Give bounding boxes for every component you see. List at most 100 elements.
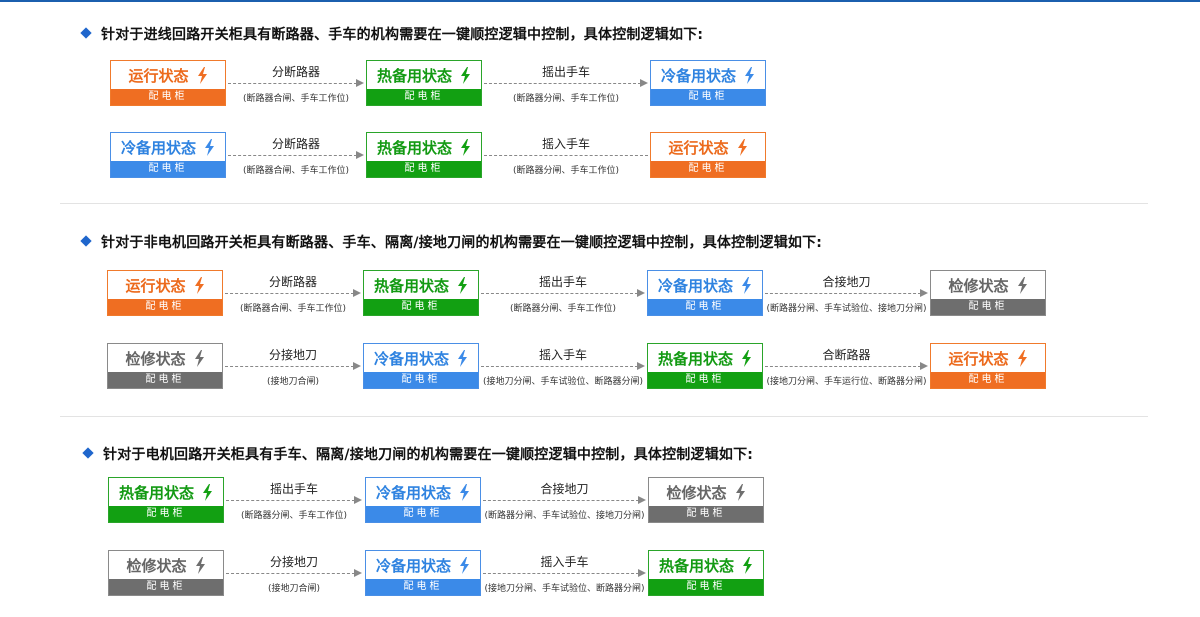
state-label: 冷备用状态 (660, 67, 736, 85)
state-footer: 配电柜 (651, 89, 765, 105)
arrow-head-icon (640, 79, 648, 87)
state-footer: 配电柜 (367, 89, 481, 105)
arrow-head-icon (356, 79, 364, 87)
lightning-icon (737, 139, 748, 156)
lightning-icon (1017, 350, 1028, 367)
lightning-icon (735, 484, 746, 501)
lightning-icon (460, 139, 471, 156)
state-footer: 配电柜 (364, 372, 478, 388)
state-label: 冷备用状态 (375, 557, 451, 575)
section-heading: 针对于电机回路开关柜具有手车、隔离/接地刀闸的机构需要在一键顺控逻辑中控制，具体… (82, 444, 754, 464)
state-box: 冷备用状态 配电柜 (110, 132, 226, 178)
state-footer: 配电柜 (108, 372, 222, 388)
state-label: 运行状态 (668, 139, 729, 157)
state-box: 冷备用状态 配电柜 (650, 60, 766, 106)
lightning-icon (204, 139, 215, 156)
arrow-condition: (接地刀分闸、手车试验位、断路器分闸) (482, 377, 644, 387)
arrow-label: 合接地刀 (540, 482, 589, 496)
lightning-icon (1017, 277, 1028, 294)
lightning-icon (197, 67, 208, 84)
arrow-condition: (断路器合闸、手车工作位) (242, 94, 350, 104)
lightning-icon (194, 277, 205, 294)
arrow-head-icon (353, 362, 361, 370)
arrow-label: 摇出手车 (541, 65, 590, 79)
state-label: 热备用状态 (657, 350, 733, 368)
state-label: 冷备用状态 (373, 350, 449, 368)
state-footer: 配电柜 (109, 506, 223, 522)
state-box: 运行状态 配电柜 (110, 60, 226, 106)
state-box: 检修状态 配电柜 (107, 343, 223, 389)
state-box: 检修状态 配电柜 (648, 477, 764, 523)
state-label: 检修状态 (948, 277, 1009, 295)
state-label: 热备用状态 (373, 277, 449, 295)
state-box: 运行状态 配电柜 (930, 343, 1046, 389)
state-box: 热备用状态 配电柜 (648, 550, 764, 596)
state-footer: 配电柜 (648, 372, 762, 388)
state-label: 冷备用状态 (120, 139, 196, 157)
state-footer: 配电柜 (111, 89, 225, 105)
arrow-head-icon (638, 569, 646, 577)
transition-arrow: 摇出手车 (断路器分闸、手车工作位) (226, 480, 362, 521)
arrow-condition: (断路器分闸、手车工作位) (512, 94, 620, 104)
arrow-label: 分断路器 (271, 137, 320, 151)
arrow-label: 摇入手车 (540, 555, 589, 569)
state-footer: 配电柜 (366, 579, 480, 595)
section-heading-text: 针对于非电机回路开关柜具有断路器、手车、隔离/接地刀闸的机构需要在一键顺控逻辑中… (101, 235, 823, 251)
arrow-condition: (接地刀合闸) (266, 377, 320, 387)
section-heading-text: 针对于进线回路开关柜具有断路器、手车的机构需要在一键顺控逻辑中控制，具体控制逻辑… (101, 27, 704, 43)
diamond-bullet-icon (80, 235, 92, 247)
transition-arrow: 摇出手车 (断路器分闸、手车工作位) (484, 63, 648, 104)
arrow-head-icon (353, 289, 361, 297)
state-box: 冷备用状态 配电柜 (365, 550, 481, 596)
state-box: 热备用状态 配电柜 (647, 343, 763, 389)
transition-arrow: 分接地刀 (接地刀合闸) (225, 346, 361, 387)
transition-arrow: 合断路器 (接地刀分闸、手车运行位、断路器分闸) (765, 346, 928, 387)
state-label: 检修状态 (666, 484, 727, 502)
state-footer: 配电柜 (109, 579, 223, 595)
state-label: 热备用状态 (376, 139, 452, 157)
state-footer: 配电柜 (364, 299, 478, 315)
arrow-label: 摇出手车 (538, 275, 587, 289)
arrow-head-icon (920, 289, 928, 297)
transition-arrow: 摇入手车 (接地刀分闸、手车试验位、断路器分闸) (481, 346, 645, 387)
lightning-icon (457, 350, 468, 367)
lightning-icon (460, 67, 471, 84)
state-label: 检修状态 (126, 557, 187, 575)
state-box: 热备用状态 配电柜 (366, 60, 482, 106)
state-box: 运行状态 配电柜 (650, 132, 766, 178)
arrow-label: 分断路器 (268, 275, 317, 289)
state-label: 冷备用状态 (375, 484, 451, 502)
arrow-condition: (接地刀分闸、手车试验位、断路器分闸) (484, 584, 645, 594)
arrow-label: 合断路器 (822, 348, 871, 362)
state-box: 热备用状态 配电柜 (108, 477, 224, 523)
section-divider (60, 416, 1148, 417)
state-label: 热备用状态 (118, 484, 194, 502)
top-border (0, 0, 1200, 2)
arrow-head-icon (920, 362, 928, 370)
state-label: 运行状态 (948, 350, 1009, 368)
state-footer: 配电柜 (931, 299, 1045, 315)
lightning-icon (744, 67, 755, 84)
diamond-bullet-icon (80, 27, 92, 39)
arrow-head-icon (637, 362, 645, 370)
state-label: 运行状态 (125, 277, 186, 295)
state-footer: 配电柜 (108, 299, 222, 315)
state-footer: 配电柜 (367, 161, 481, 177)
section-heading: 针对于进线回路开关柜具有断路器、手车的机构需要在一键顺控逻辑中控制，具体控制逻辑… (80, 24, 704, 44)
state-box: 检修状态 配电柜 (930, 270, 1046, 316)
section-heading-text: 针对于电机回路开关柜具有手车、隔离/接地刀闸的机构需要在一键顺控逻辑中控制，具体… (103, 447, 754, 463)
arrow-head-icon (637, 289, 645, 297)
arrow-head-icon (356, 151, 364, 159)
arrow-label: 合接地刀 (822, 275, 871, 289)
lightning-icon (195, 557, 206, 574)
arrow-condition: (断路器分闸、手车工作位) (512, 166, 620, 176)
lightning-icon (459, 484, 470, 501)
arrow-head-icon (354, 496, 362, 504)
diamond-bullet-icon (82, 447, 94, 459)
arrow-condition: (接地刀合闸) (267, 584, 321, 594)
arrow-condition: (断路器分闸、手车工作位) (509, 304, 617, 314)
arrow-label: 摇出手车 (269, 482, 318, 496)
arrow-label: 摇入手车 (538, 348, 587, 362)
state-label: 检修状态 (125, 350, 186, 368)
state-box: 热备用状态 配电柜 (363, 270, 479, 316)
